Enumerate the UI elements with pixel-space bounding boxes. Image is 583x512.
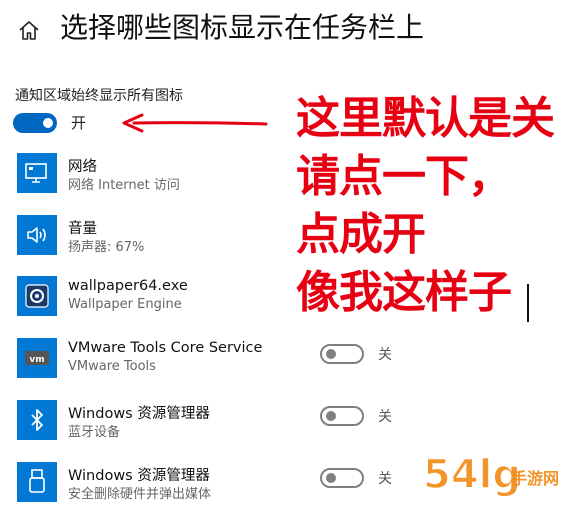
text-cursor: [527, 284, 529, 322]
app-subtitle: 网络 Internet 访问: [68, 178, 180, 193]
annotation-line: 像我这样子: [296, 267, 512, 318]
vmware-icon: vm: [17, 338, 57, 378]
app-subtitle: 安全删除硬件并弹出媒体: [68, 487, 212, 502]
app-name: Windows 资源管理器: [68, 406, 210, 422]
volume-icon: [17, 215, 57, 255]
site-watermark-logo: 54lg 手游网: [422, 451, 559, 498]
app-row-vmware[interactable]: vm VMware Tools Core Service VMware Tool…: [0, 336, 583, 388]
app-name: VMware Tools Core Service: [68, 340, 263, 356]
app-name: 网络: [68, 159, 97, 175]
toggle-state-label: 关: [378, 471, 392, 487]
annotation-line: 请点一下，: [296, 151, 512, 202]
usb-icon: [17, 462, 57, 502]
home-icon[interactable]: [18, 19, 40, 41]
always-show-all-icons-label: 通知区域始终显示所有图标: [15, 88, 183, 104]
bluetooth-icon: [17, 400, 57, 440]
toggle-switch-off[interactable]: [320, 344, 364, 364]
annotation-line: 点成开: [296, 209, 426, 260]
vmware-toggle[interactable]: 关: [320, 344, 392, 364]
page-title: 选择哪些图标显示在任务栏上: [60, 11, 425, 44]
annotation-line: 这里默认是关: [296, 93, 555, 144]
network-icon: [17, 153, 57, 193]
usb-toggle[interactable]: 关: [320, 468, 392, 488]
toggle-state-label: 关: [378, 409, 392, 425]
app-name: wallpaper64.exe: [68, 278, 188, 294]
wallpaper-engine-icon: [17, 276, 57, 316]
red-annotation-text: 这里默认是关 请点一下， 点成开 像我这样子: [296, 90, 555, 322]
svg-text:vm: vm: [29, 355, 44, 365]
app-subtitle: 扬声器: 67%: [68, 240, 145, 255]
toggle-state-label: 关: [378, 347, 392, 363]
svg-text:手游网: 手游网: [511, 469, 559, 488]
toggle-switch-off[interactable]: [320, 406, 364, 426]
toggle-switch-on[interactable]: [13, 112, 57, 133]
svg-text:54lg: 54lg: [423, 452, 521, 498]
app-name: 音量: [68, 221, 97, 237]
app-name: Windows 资源管理器: [68, 468, 210, 484]
app-subtitle: VMware Tools: [68, 359, 156, 374]
toggle-state-label: 开: [71, 114, 87, 132]
app-subtitle: 蓝牙设备: [68, 425, 121, 440]
app-subtitle: Wallpaper Engine: [68, 297, 182, 312]
red-arrow-annotation: [122, 113, 268, 133]
bluetooth-toggle[interactable]: 关: [320, 406, 392, 426]
app-row-bluetooth[interactable]: Windows 资源管理器 蓝牙设备 关: [0, 398, 583, 450]
toggle-switch-off[interactable]: [320, 468, 364, 488]
always-show-all-icons-toggle[interactable]: 开: [13, 112, 86, 133]
